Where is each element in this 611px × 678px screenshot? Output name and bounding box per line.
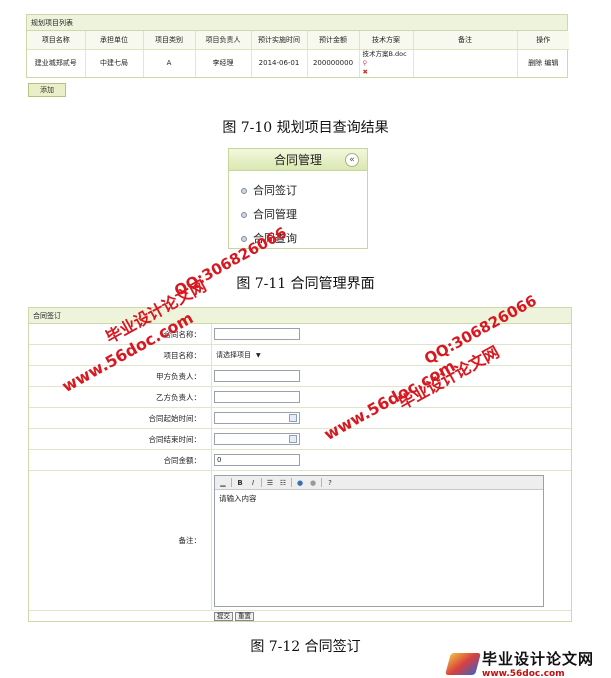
form-row-party-b: 乙方负责人： [29,387,571,408]
link-icon[interactable]: ● [295,478,305,488]
menu-title: 合同管理 « [229,149,367,171]
label-remark: 备注： [29,471,212,610]
bullet-icon [241,236,247,242]
rich-text-editor[interactable]: ▁ B I ☰ ☷ ● ● ? 请输入内容 [214,475,544,607]
col-header-owner: 项目负责人 [195,31,252,50]
col-header-project-name: 项目名称 [27,31,86,50]
label-start-time: 合同起始时间： [29,408,212,428]
bullet-icon [241,188,247,194]
cell-remark [413,49,518,77]
label-party-a: 甲方负责人： [29,366,212,386]
footer-site-name: 毕业设计论文网 [482,650,595,668]
footer-logo: 毕业设计论文网 www.56doc.com [445,648,595,678]
source-icon[interactable]: ▁ [218,478,228,488]
project-select[interactable]: 请选择项目 ▼ [214,349,263,361]
italic-icon[interactable]: I [248,478,258,488]
logo-icon [445,652,481,675]
label-amount: 合同金额： [29,450,212,470]
bullet-icon [241,212,247,218]
col-header-remark: 备注 [413,31,518,50]
label-party-b: 乙方负责人： [29,387,212,407]
calendar-icon[interactable] [289,414,297,422]
ordered-list-icon[interactable]: ☰ [265,478,275,488]
toolbar-separator [261,478,262,487]
project-list-table: 项目名称 承担单位 项目类别 项目负责人 预计实施时间 预计金额 技术方案 备注… [27,31,569,77]
cell-plan-file: 技术方案B.doc ⚲ ✖ [359,49,414,77]
col-header-plan: 技术方案 [359,31,414,50]
add-button[interactable]: 添加 [28,83,66,97]
unordered-list-icon[interactable]: ☷ [278,478,288,488]
reset-button[interactable]: 重置 [235,611,254,621]
attachment-icon: ⚲ [362,58,368,67]
form-row-remark: 备注： ▁ B I ☰ ☷ ● ● ? 请输入内容 [29,471,571,611]
cell-owner: 李经理 [195,49,252,77]
project-list-panel: 规划项目列表 项目名称 承担单位 项目类别 项目负责人 预计实施时间 预计金额 … [26,14,569,78]
amount-input[interactable]: 0 [214,454,300,466]
table-header-row: 项目名称 承担单位 项目类别 项目负责人 预计实施时间 预计金额 技术方案 备注… [27,31,569,50]
cell-start-date: 2014-06-01 [251,49,308,77]
col-header-unit: 承担单位 [85,31,144,50]
editor-toolbar: ▁ B I ☰ ☷ ● ● ? [215,476,543,490]
start-time-input[interactable] [214,412,300,424]
submit-button[interactable]: 提交 [214,611,233,621]
project-list-title: 规划项目列表 [27,15,567,31]
cell-project-name: 建业城郑贰号 [27,49,86,77]
edit-link[interactable]: 编辑 [544,59,558,67]
contract-menu-panel: 合同管理 « 合同签订 合同管理 合同查询 [228,148,368,249]
cell-unit: 中建七局 [85,49,144,77]
toolbar-separator [321,478,322,487]
col-header-start-date: 预计实施时间 [251,31,308,50]
delete-file-icon[interactable]: ✖ [363,68,368,76]
cell-amount: 200000000 [307,49,360,77]
calendar-icon[interactable] [289,435,297,443]
delete-link[interactable]: 删除 [528,59,542,67]
project-select-value: 请选择项目 [216,351,251,359]
menu-item-contract-manage[interactable]: 合同管理 [241,203,367,227]
editor-content[interactable]: 请输入内容 [215,490,543,507]
footer-url: www.56doc.com [482,669,565,678]
menu-item-label: 合同签订 [253,184,297,197]
toolbar-separator [291,478,292,487]
toolbar-separator [231,478,232,487]
form-actions-row: 提交 重置 [29,611,571,621]
menu-list: 合同签订 合同管理 合同查询 [229,171,367,251]
col-header-operation: 操作 [517,31,569,50]
menu-item-label: 合同管理 [253,208,297,221]
cell-category: A [143,49,196,77]
col-header-category: 项目类别 [143,31,196,50]
menu-item-contract-sign[interactable]: 合同签订 [241,179,367,203]
label-end-time: 合同结束时间： [29,429,212,449]
figure-caption-7-10: 图 7-10 规划项目查询结果 [222,120,389,136]
bold-icon[interactable]: B [235,478,245,488]
help-icon[interactable]: ? [325,478,335,488]
col-header-amount: 预计金额 [307,31,360,50]
party-b-input[interactable] [214,391,300,403]
plan-file-link[interactable]: 技术方案B.doc [363,50,407,58]
party-a-input[interactable] [214,370,300,382]
end-time-input[interactable] [214,433,300,445]
form-row-amount: 合同金额： 0 [29,450,571,471]
menu-title-text: 合同管理 [273,153,322,167]
figure-caption-7-11: 图 7-11 合同管理界面 [236,276,375,292]
cell-operation: 删除 编辑 [517,49,569,77]
unlink-icon[interactable]: ● [308,478,318,488]
form-row-start-time: 合同起始时间： [29,408,571,429]
contract-name-input[interactable] [214,328,300,340]
collapse-icon[interactable]: « [345,153,359,167]
form-row-end-time: 合同结束时间： [29,429,571,450]
table-row: 建业城郑贰号 中建七局 A 李经理 2014-06-01 200000000 技… [27,49,569,77]
dropdown-caret-icon: ▼ [256,352,261,359]
